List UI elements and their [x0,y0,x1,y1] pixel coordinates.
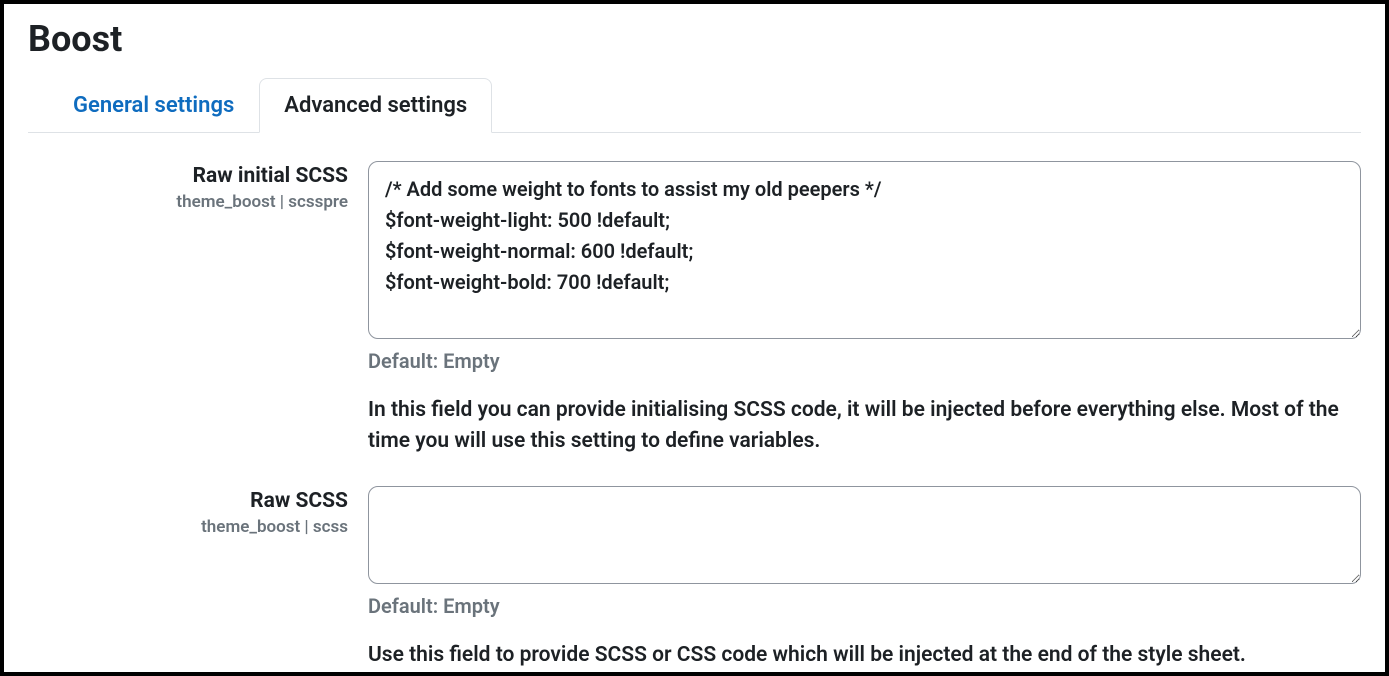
page-title: Boost [28,20,1361,60]
sublabel-scsspre: theme_boost | scsspre [28,192,348,212]
field-col-scsspre: Default: Empty In this field you can pro… [368,161,1361,458]
raw-scss-textarea[interactable] [368,486,1361,584]
field-row-scss: Raw SCSS theme_boost | scss Default: Emp… [28,486,1361,672]
sublabel-scss: theme_boost | scss [28,517,348,537]
field-row-scsspre: Raw initial SCSS theme_boost | scsspre D… [28,161,1361,458]
label-scss: Raw SCSS [28,488,348,515]
raw-initial-scss-textarea[interactable] [368,161,1361,339]
default-scsspre: Default: Empty [368,349,1361,373]
description-scsspre: In this field you can provide initialisi… [368,395,1361,458]
label-col-scss: Raw SCSS theme_boost | scss [28,486,368,537]
label-scsspre: Raw initial SCSS [28,163,348,190]
tab-general-settings[interactable]: General settings [48,78,259,133]
tab-advanced-settings[interactable]: Advanced settings [259,78,492,133]
description-scss: Use this field to provide SCSS or CSS co… [368,640,1361,672]
field-col-scss: Default: Empty Use this field to provide… [368,486,1361,672]
label-col-scsspre: Raw initial SCSS theme_boost | scsspre [28,161,368,212]
default-scss: Default: Empty [368,594,1361,618]
settings-panel: Boost General settings Advanced settings… [0,0,1389,676]
tabs: General settings Advanced settings [28,78,1361,133]
